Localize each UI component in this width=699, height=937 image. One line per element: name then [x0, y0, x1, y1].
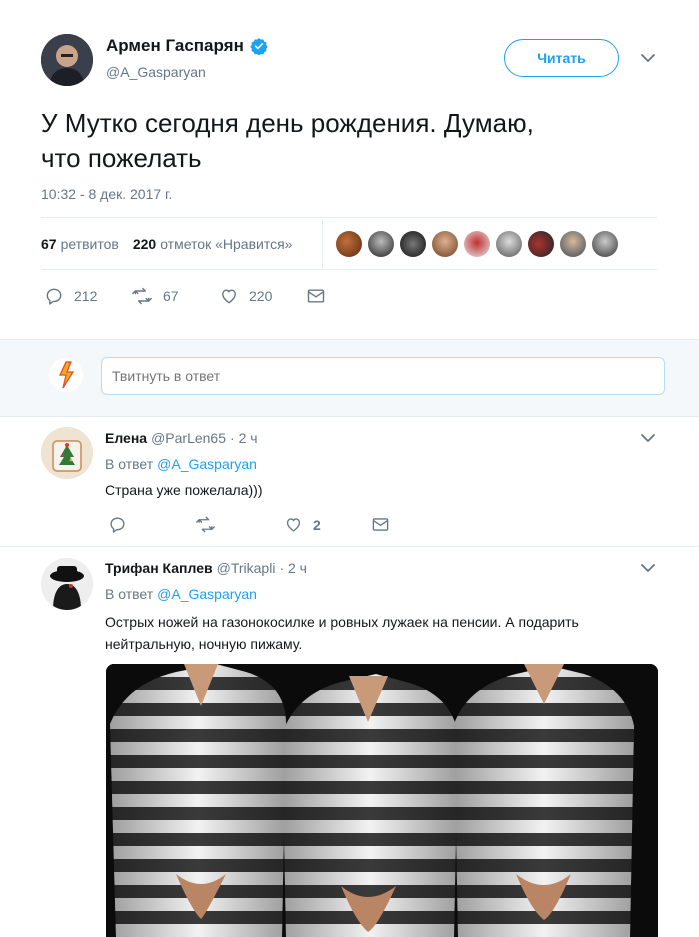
- retweets-count[interactable]: 67: [41, 236, 57, 252]
- likes-count[interactable]: 220: [133, 236, 156, 252]
- retweet-icon: [195, 515, 216, 534]
- tweet-menu-chevron-icon[interactable]: [638, 48, 658, 68]
- liker-avatar[interactable]: [592, 231, 618, 257]
- envelope-icon: [371, 516, 390, 533]
- reply-author-handle[interactable]: @Trikapli: [217, 560, 276, 576]
- attached-photo[interactable]: [106, 664, 658, 937]
- reply-author-name[interactable]: Трифан Каплев: [105, 560, 213, 576]
- reply-item[interactable]: Трифан Каплев @Trikapli · 2 ч В ответ @A…: [0, 547, 699, 937]
- reply-item[interactable]: Елена @ParLen65 · 2 ч В ответ @A_Gaspary…: [0, 416, 699, 547]
- reply-author-handle[interactable]: @ParLen65: [151, 430, 226, 446]
- retweets-label[interactable]: ретвитов: [61, 236, 119, 252]
- reply-compose-area: [0, 339, 699, 417]
- in-reply-prefix: В ответ: [105, 586, 154, 602]
- reply-text: Страна уже пожелала))): [105, 482, 263, 498]
- tweet-stats: 67 ретвитов 220 отметок «Нравится»: [41, 236, 292, 252]
- author-avatar[interactable]: [41, 34, 93, 86]
- reply-actions: 2: [108, 515, 390, 534]
- tweet-actions: 212 67 220: [44, 286, 326, 306]
- author-name[interactable]: Армен Гаспарян: [106, 36, 244, 56]
- follow-button[interactable]: Читать: [504, 39, 619, 77]
- tweet-text: У Мутко сегодня день рождения. Думаю, чт…: [41, 106, 534, 176]
- liker-avatar[interactable]: [400, 231, 426, 257]
- envelope-icon: [306, 287, 326, 305]
- heart-icon: [219, 286, 239, 306]
- reply-menu-chevron-icon[interactable]: [638, 428, 658, 448]
- author-handle[interactable]: @A_Gasparyan: [106, 64, 206, 80]
- reply-input[interactable]: [101, 357, 665, 395]
- likes-label[interactable]: отметок «Нравится»: [160, 236, 292, 252]
- liker-avatar[interactable]: [336, 231, 362, 257]
- reply-menu-chevron-icon[interactable]: [638, 558, 658, 578]
- reply-author-avatar[interactable]: [41, 427, 93, 479]
- reply-icon: [44, 286, 64, 306]
- retweet-action[interactable]: 67: [131, 286, 219, 306]
- reply-icon: [108, 515, 127, 534]
- dm-action[interactable]: [306, 287, 326, 305]
- like-count: 220: [249, 288, 273, 304]
- retweet-action[interactable]: [195, 515, 284, 534]
- liker-avatar[interactable]: [432, 231, 458, 257]
- liker-avatar[interactable]: [496, 231, 522, 257]
- reply-author-avatar[interactable]: [41, 558, 93, 610]
- liker-avatar[interactable]: [528, 231, 554, 257]
- likers-avatars: [336, 231, 618, 257]
- heart-icon: [284, 515, 303, 534]
- reply-time[interactable]: · 2 ч: [279, 560, 307, 576]
- reply-time[interactable]: · 2 ч: [230, 430, 258, 446]
- verified-badge-icon: [250, 37, 268, 55]
- retweet-count: 67: [163, 288, 179, 304]
- in-reply-prefix: В ответ: [105, 456, 154, 472]
- in-reply-to-link[interactable]: @A_Gasparyan: [157, 456, 257, 472]
- like-count: 2: [313, 516, 321, 533]
- liker-avatar[interactable]: [560, 231, 586, 257]
- like-action[interactable]: 2: [284, 515, 371, 534]
- reply-text: Острых ножей на газонокосилке и ровных л…: [105, 611, 579, 655]
- tweet-text-line: У Мутко сегодня день рождения. Думаю,: [41, 108, 534, 138]
- reply-author-name[interactable]: Елена: [105, 430, 147, 446]
- tweet-timestamp[interactable]: 10:32 - 8 дек. 2017 г.: [41, 186, 172, 202]
- reply-count: 212: [74, 288, 98, 304]
- retweet-icon: [131, 286, 153, 306]
- current-user-avatar[interactable]: [49, 358, 83, 392]
- reply-text-line: нейтральную, ночную пижаму.: [105, 636, 303, 652]
- liker-avatar[interactable]: [464, 231, 490, 257]
- in-reply-to-link[interactable]: @A_Gasparyan: [157, 586, 257, 602]
- reply-action[interactable]: [108, 515, 195, 534]
- liker-avatar[interactable]: [368, 231, 394, 257]
- reply-action[interactable]: 212: [44, 286, 131, 306]
- dm-action[interactable]: [371, 516, 390, 533]
- tweet-text-line: что пожелать: [41, 143, 202, 173]
- reply-text-line: Острых ножей на газонокосилке и ровных л…: [105, 614, 579, 630]
- like-action[interactable]: 220: [219, 286, 306, 306]
